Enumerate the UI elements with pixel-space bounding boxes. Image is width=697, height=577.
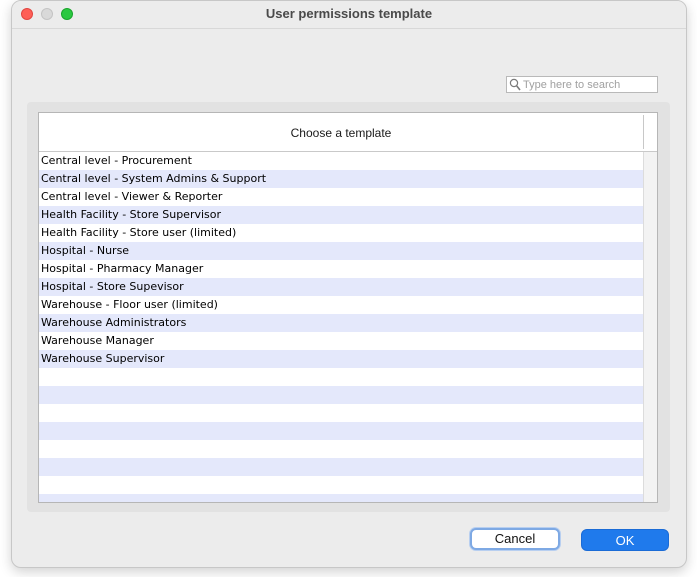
template-panel: Choose a template Central level - Procur…	[27, 102, 670, 512]
table-row[interactable]: Warehouse Supervisor	[39, 350, 643, 368]
magnifier-icon	[509, 78, 521, 92]
table-row[interactable]: Warehouse Administrators	[39, 314, 643, 332]
table-row[interactable]: Health Facility - Store Supervisor	[39, 206, 643, 224]
table-row[interactable]: Central level - Procurement	[39, 152, 643, 170]
table-header[interactable]: Choose a template	[39, 113, 657, 152]
table-row[interactable]: Hospital - Pharmacy Manager	[39, 260, 643, 278]
window-title: User permissions template	[265, 6, 433, 21]
table-row	[39, 368, 643, 386]
table-row[interactable]: Warehouse - Floor user (limited)	[39, 296, 643, 314]
table-row[interactable]: Hospital - Store Supevisor	[39, 278, 643, 296]
table-row	[39, 476, 643, 494]
title-bar[interactable]: User permissions template	[12, 1, 686, 29]
table-row	[39, 440, 643, 458]
table-row	[39, 404, 643, 422]
column-header-choose-template[interactable]: Choose a template	[39, 126, 643, 140]
table-row	[39, 386, 643, 404]
table-row[interactable]: Central level - System Admins & Support	[39, 170, 643, 188]
template-table: Choose a template Central level - Procur…	[38, 112, 658, 503]
table-row	[39, 458, 643, 476]
table-row	[39, 422, 643, 440]
table-row	[39, 494, 643, 502]
column-divider	[643, 115, 644, 149]
search-input[interactable]	[523, 78, 655, 91]
template-list: Central level - Procurement Central level…	[39, 152, 643, 502]
table-row[interactable]: Hospital - Nurse	[39, 242, 643, 260]
table-row[interactable]: Warehouse Manager	[39, 332, 643, 350]
cancel-button[interactable]: Cancel	[470, 528, 560, 550]
ok-button[interactable]: OK	[581, 529, 669, 551]
vertical-scrollbar[interactable]	[643, 152, 657, 502]
table-row[interactable]: Health Facility - Store user (limited)	[39, 224, 643, 242]
search-field[interactable]	[506, 76, 658, 93]
dialog-window: User permissions template Choose a templ…	[11, 0, 687, 568]
table-row[interactable]: Central level - Viewer & Reporter	[39, 188, 643, 206]
